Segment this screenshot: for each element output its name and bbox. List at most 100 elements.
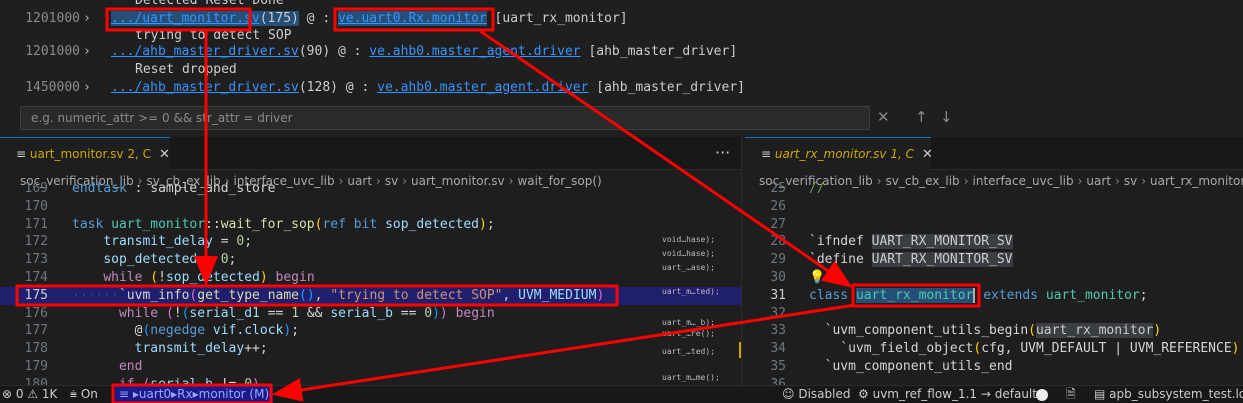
code-token: ) <box>259 270 268 285</box>
code-line[interactable]: 33 `uvm_component_utils_begin(uart_rx_mo… <box>745 322 1243 340</box>
flow-status[interactable]: ⚙ uvm_ref_flow_1.1 → default <box>858 386 1037 403</box>
line-number: 25 <box>770 181 786 196</box>
separator: @ : <box>298 11 338 26</box>
code-token: 0 <box>424 305 433 321</box>
log-filter-input[interactable]: e.g. numeric_attr >= 0 && str_attr = dri… <box>20 106 870 130</box>
hierarchy-link[interactable]: ve.ahb0.master_agent.driver <box>369 44 580 59</box>
code-token: UVM_MEDIUM <box>518 287 597 303</box>
code-token: : sample_and_store <box>126 181 276 196</box>
hierarchy-item[interactable]: monitor (M) <box>199 387 269 401</box>
code-text: sop_detected = 0; <box>72 251 236 269</box>
code-line[interactable]: 177 @(negedge vif.clock); <box>0 322 741 340</box>
code-line[interactable]: 27 <box>745 216 1243 234</box>
code-text: `define UART_RX_MONITOR_SV <box>809 251 1013 269</box>
separator: @ : <box>337 80 378 95</box>
log-entry[interactable]: 1450000 › .../ahb_master_driver.sv(128) @ … <box>0 79 1243 97</box>
code-line[interactable]: 29 `define UART_RX_MONITOR_SV <box>745 251 1243 269</box>
code-line[interactable]: 31 class uart_rx_monitor extends uart_mon… <box>745 287 1243 305</box>
code-token: while <box>118 305 166 321</box>
code-token: vif.clock <box>212 323 284 339</box>
code-line[interactable]: 34 `uvm_field_object(cfg, UVM_DEFAULT | … <box>745 340 1243 358</box>
minimap-text: uart_…re(); <box>662 329 715 338</box>
record-icon[interactable] <box>1036 389 1048 401</box>
hierarchy-breadcrumb[interactable]: ≡ ▸uart0▸Rx▸monitor (M) <box>115 386 274 403</box>
code-token: ++; <box>244 341 268 357</box>
component-type: [ahb_master_driver] <box>588 80 745 95</box>
copilot-status[interactable]: ☺ Disabled <box>782 386 850 403</box>
line-number: 176 <box>24 305 48 321</box>
code-token: "trying to detect SOP" <box>330 287 503 303</box>
tab-uart-monitor[interactable]: ≡ uart_monitor.sv 2, C ✕ <box>0 137 170 170</box>
code-token: negedge <box>150 323 213 339</box>
next-match-icon[interactable]: ↓ <box>940 108 953 126</box>
log-entry[interactable]: 1201000 › .../uart_monitor.sv(175) @ : ve.… <box>0 10 1243 28</box>
expand-chevron-icon[interactable]: › <box>83 79 91 97</box>
code-token: `define <box>809 252 872 268</box>
code-line[interactable]: 172 transmit_delay = 0; <box>0 233 741 251</box>
hierarchy-item[interactable]: uart0 <box>139 387 171 401</box>
gear-icon: ⚙ <box>858 387 869 401</box>
problems-indicator[interactable]: ⊗ 0 ⚠ 1K <box>2 386 57 403</box>
minimap[interactable]: void…hase); void…hase); uart_…ase); uart_m…… <box>660 183 740 383</box>
hierarchy-link[interactable]: ve.ahb0.master_agent.driver <box>377 80 588 95</box>
code-line[interactable]: 178 transmit_delay++; <box>0 340 741 358</box>
more-actions-button[interactable]: ··· <box>715 143 730 162</box>
save-icon[interactable]: 🗎 <box>1066 386 1076 403</box>
log-source: .../ahb_master_driver.sv(90) @ : ve.ahb0… <box>111 43 737 61</box>
expand-chevron-icon[interactable]: › <box>83 10 91 28</box>
file-icon: ≡ <box>16 147 30 161</box>
previous-match-icon[interactable]: ↑ <box>915 108 928 126</box>
line-number: 173 <box>24 252 48 268</box>
line-number: 179 <box>24 359 48 374</box>
line-number: 26 <box>770 198 786 214</box>
code-line[interactable]: 176 while (!(serial_d1 == 1 && serial_b … <box>0 305 741 323</box>
code-token: `uvm_field_object <box>840 341 974 357</box>
code-line[interactable]: 170 <box>0 198 741 216</box>
file-link[interactable]: .../ahb_master_driver.sv <box>111 80 299 95</box>
code-line[interactable]: 171 task uart_monitor::wait_for_sop(ref b… <box>0 216 741 234</box>
code-token: uart_rx_monitor <box>1035 323 1154 339</box>
log-file-status[interactable]: ▤ apb_subsystem_test.log <box>1094 386 1243 403</box>
code-line[interactable]: 169 endtask : sample_and_store <box>0 180 741 198</box>
tab-uart-rx-monitor[interactable]: ≡ uart_rx_monitor.sv 1, C ✕ <box>745 137 933 170</box>
code-line[interactable]: 30 💡 <box>745 269 1243 287</box>
code-token: wait_for_sop <box>220 216 315 232</box>
code-line[interactable]: 25 // <box>745 180 1243 198</box>
code-line[interactable]: 36 <box>745 376 1243 385</box>
code-text: ······`uvm_info(get_type_name(), "trying… <box>72 287 604 305</box>
scrollbar-marker[interactable] <box>739 342 741 358</box>
log-source: .../uart_monitor.sv(175) @ : ve.uart0.Rx… <box>111 10 628 28</box>
code-line[interactable]: 175 ······`uvm_info(get_type_name(), "try… <box>0 286 741 305</box>
code-line[interactable]: 180 if (serial_b != 0) <box>0 376 741 385</box>
code-line[interactable]: 179 end <box>0 358 741 376</box>
code-line[interactable]: 26 <box>745 198 1243 216</box>
hierarchy-link[interactable]: ve.uart0.Rx.monitor <box>338 11 487 26</box>
code-text: 💡 <box>809 269 825 287</box>
code-line[interactable]: 32 <box>745 305 1243 323</box>
close-tab-icon[interactable]: ✕ <box>159 147 170 162</box>
expand-chevron-icon[interactable]: › <box>83 43 91 61</box>
file-icon: ≡ <box>761 147 775 161</box>
code-line[interactable]: 173 sop_detected = 0; <box>0 251 741 269</box>
hierarchy-item[interactable]: Rx <box>177 387 192 401</box>
line-number: (175) <box>259 11 299 26</box>
file-link[interactable]: .../uart_monitor.sv <box>111 11 260 26</box>
filter-status[interactable]: ⩧ On <box>70 386 98 403</box>
lightbulb-icon[interactable]: 💡 <box>809 270 825 285</box>
code-line[interactable]: 35 `uvm_component_utils_end <box>745 358 1243 376</box>
log-entry[interactable]: 1201000 › .../ahb_master_driver.sv(90) @ :… <box>0 43 1243 61</box>
file-link[interactable]: .../ahb_master_driver.sv <box>111 44 299 59</box>
code-token: ( <box>165 305 174 321</box>
code-token: == <box>259 305 292 321</box>
code-text: `uvm_component_utils_end <box>809 358 1013 376</box>
code-line[interactable]: 174 while (!sop_detected) begin <box>0 269 741 287</box>
close-tab-icon[interactable]: ✕ <box>922 147 933 162</box>
code-text: if (serial_b != 0) <box>72 376 260 385</box>
code-line[interactable]: 28 `ifndef UART_RX_MONITOR_SV <box>745 233 1243 251</box>
log-time: 1201000 <box>25 44 80 59</box>
code-token: UART_RX_MONITOR_SV <box>871 252 1013 268</box>
clear-filter-icon[interactable]: ✕ <box>877 108 890 126</box>
line-number: 170 <box>24 198 48 214</box>
code-text: endtask : sample_and_store <box>72 180 276 198</box>
